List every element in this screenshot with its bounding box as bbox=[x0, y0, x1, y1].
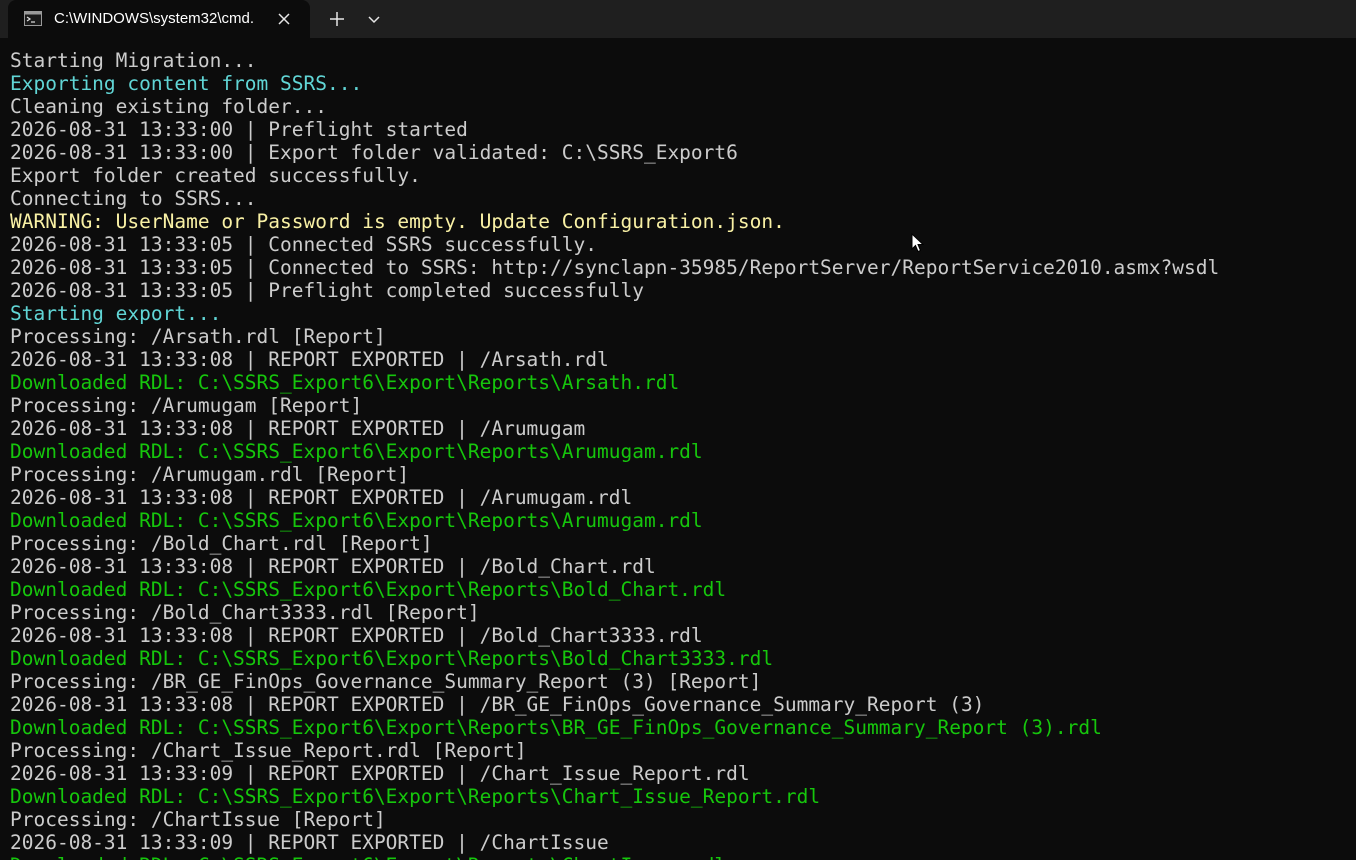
tab-cmd[interactable]: C:\WINDOWS\system32\cmd. bbox=[8, 0, 310, 38]
console-line: Starting Migration... bbox=[10, 49, 257, 72]
terminal-window: C:\WINDOWS\system32\cmd. Starting Migrat… bbox=[0, 0, 1356, 860]
console-line: 2026-08-31 13:33:05 | Connected to SSRS:… bbox=[10, 256, 1220, 279]
console-line: 2026-08-31 13:33:00 | Export folder vali… bbox=[10, 141, 738, 164]
mouse-cursor-icon bbox=[911, 233, 925, 253]
console-line: Downloaded RDL: C:\SSRS_Export6\Export\R… bbox=[10, 578, 727, 601]
console-line: Processing: /Arumugam.rdl [Report] bbox=[10, 463, 410, 486]
console-line: 2026-08-31 13:33:08 | REPORT EXPORTED | … bbox=[10, 348, 609, 371]
tab-title: C:\WINDOWS\system32\cmd. bbox=[54, 10, 255, 27]
console-line: Downloaded RDL: C:\SSRS_Export6\Export\R… bbox=[10, 854, 1219, 860]
console-line: 2026-08-31 13:33:08 | REPORT EXPORTED | … bbox=[10, 417, 586, 440]
console-line: Downloaded RDL: C:\SSRS_Export6\Export\R… bbox=[10, 785, 821, 808]
close-icon[interactable] bbox=[274, 9, 294, 29]
console-line: WARNING: UserName or Password is empty. … bbox=[10, 210, 785, 233]
console-output[interactable]: Starting Migration... Exporting content f… bbox=[0, 38, 1356, 860]
console-line: 2026-08-31 13:33:09 | REPORT EXPORTED | … bbox=[10, 762, 750, 785]
console-line: Downloaded RDL: C:\SSRS_Export6\Export\R… bbox=[10, 647, 774, 670]
console-line: Exporting content from SSRS... bbox=[10, 72, 363, 95]
console-line: 2026-08-31 13:33:08 | REPORT EXPORTED | … bbox=[10, 486, 633, 509]
console-line: Downloaded RDL: C:\SSRS_Export6\Export\R… bbox=[10, 371, 680, 394]
console-line: Processing: /Bold_Chart.rdl [Report] bbox=[10, 532, 433, 555]
console-line: 2026-08-31 13:33:00 | Preflight started bbox=[10, 118, 468, 141]
chevron-down-icon[interactable] bbox=[360, 6, 388, 32]
console-line: Downloaded RDL: C:\SSRS_Export6\Export\R… bbox=[10, 509, 703, 532]
console-line: 2026-08-31 13:33:09 | REPORT EXPORTED | … bbox=[10, 831, 609, 854]
console-lines: Starting Migration... Exporting content f… bbox=[10, 49, 1219, 860]
console-line: Processing: /ChartIssue [Report] bbox=[10, 808, 386, 831]
console-line: 2026-08-31 13:33:08 | REPORT EXPORTED | … bbox=[10, 624, 703, 647]
console-line: Processing: /Chart_Issue_Report.rdl [Rep… bbox=[10, 739, 527, 762]
console-line: Downloaded RDL: C:\SSRS_Export6\Export\R… bbox=[10, 716, 1102, 739]
tab-bar: C:\WINDOWS\system32\cmd. bbox=[0, 0, 1356, 38]
console-line: Cleaning existing folder... bbox=[10, 95, 327, 118]
console-line: Processing: /Arumugam [Report] bbox=[10, 394, 363, 417]
console-line: 2026-08-31 13:33:08 | REPORT EXPORTED | … bbox=[10, 693, 985, 716]
cmd-icon bbox=[24, 11, 42, 26]
console-line: Processing: /Bold_Chart3333.rdl [Report] bbox=[10, 601, 480, 624]
console-line: Starting export... bbox=[10, 302, 222, 325]
console-line: Downloaded RDL: C:\SSRS_Export6\Export\R… bbox=[10, 440, 703, 463]
console-line: Processing: /Arsath.rdl [Report] bbox=[10, 325, 386, 348]
console-line: 2026-08-31 13:33:05 | Preflight complete… bbox=[10, 279, 644, 302]
console-line: Export folder created successfully. bbox=[10, 164, 421, 187]
plus-icon[interactable] bbox=[322, 6, 352, 32]
console-line: 2026-08-31 13:33:05 | Connected SSRS suc… bbox=[10, 233, 597, 256]
console-line: Connecting to SSRS... bbox=[10, 187, 257, 210]
console-line: Processing: /BR_GE_FinOps_Governance_Sum… bbox=[10, 670, 762, 693]
console-line: 2026-08-31 13:33:08 | REPORT EXPORTED | … bbox=[10, 555, 656, 578]
